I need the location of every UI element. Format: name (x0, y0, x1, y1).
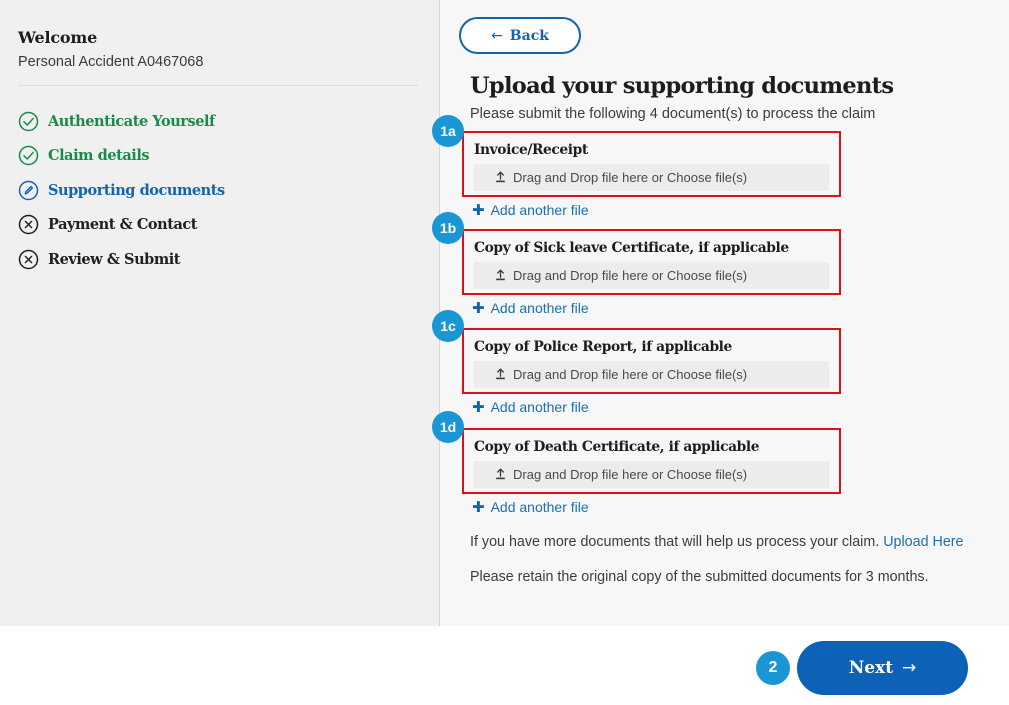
document-group-1a: Invoice/Receipt Drag and Drop file here … (462, 131, 841, 221)
plus-icon: ✚ (472, 397, 485, 416)
pencil-circle-icon (18, 180, 39, 201)
sidebar-divider (18, 85, 418, 86)
annotation-badge-1a: 1a (432, 115, 464, 147)
sidebar-item-label: Authenticate Yourself (48, 112, 215, 130)
claim-upload-page: Welcome Personal Accident A0467068 Authe… (0, 0, 1009, 705)
document-title: Copy of Sick leave Certificate, if appli… (474, 240, 789, 256)
sidebar-item-supporting-documents[interactable]: Supporting documents (18, 173, 418, 208)
annotation-badge-1b: 1b (432, 212, 464, 244)
dropzone-invoice-receipt[interactable]: Drag and Drop file here or Choose file(s… (474, 164, 829, 191)
plus-icon: ✚ (472, 200, 485, 219)
add-another-file-1b[interactable]: ✚ Add another file (462, 297, 841, 319)
back-button-label: Back (509, 27, 549, 44)
back-button[interactable]: ← Back (459, 17, 581, 54)
sidebar-item-payment-and-contact[interactable]: Payment & Contact (18, 208, 418, 243)
page-subtitle: Please submit the following 4 document(s… (470, 106, 876, 122)
check-circle-icon (18, 145, 39, 166)
arrow-left-icon: ← (491, 27, 503, 44)
annotation-badge-2: 2 (756, 651, 790, 685)
policy-reference: Personal Accident A0467068 (18, 54, 204, 70)
document-group-1c: Copy of Police Report, if applicable Dra… (462, 328, 841, 418)
more-documents-text: If you have more documents that will hel… (470, 534, 880, 550)
document-title: Copy of Police Report, if applicable (474, 339, 732, 355)
upload-box: Copy of Death Certificate, if applicable… (462, 428, 841, 494)
dropzone-sick-leave-certificate[interactable]: Drag and Drop file here or Choose file(s… (474, 262, 829, 289)
x-circle-icon (18, 214, 39, 235)
annotation-badge-1c: 1c (432, 310, 464, 342)
sidebar: Welcome Personal Accident A0467068 Authe… (0, 0, 440, 626)
welcome-title: Welcome (18, 28, 98, 47)
dropzone-police-report[interactable]: Drag and Drop file here or Choose file(s… (474, 361, 829, 388)
page-title: Upload your supporting documents (470, 73, 894, 99)
upload-icon (494, 269, 507, 282)
upload-icon (494, 468, 507, 481)
sidebar-item-authenticate-yourself[interactable]: Authenticate Yourself (18, 104, 418, 139)
document-title: Copy of Death Certificate, if applicable (474, 439, 760, 455)
x-circle-icon (18, 249, 39, 270)
dropzone-label: Drag and Drop file here or Choose file(s… (513, 170, 748, 185)
more-documents-note: If you have more documents that will hel… (470, 534, 964, 550)
dropzone-label: Drag and Drop file here or Choose file(s… (513, 268, 748, 283)
upload-box: Copy of Sick leave Certificate, if appli… (462, 229, 841, 295)
sidebar-item-claim-details[interactable]: Claim details (18, 139, 418, 174)
dropzone-label: Drag and Drop file here or Choose file(s… (513, 467, 748, 482)
document-group-1b: Copy of Sick leave Certificate, if appli… (462, 229, 841, 319)
step-list: Authenticate Yourself Claim details Supp… (18, 104, 418, 277)
add-another-file-1a[interactable]: ✚ Add another file (462, 199, 841, 221)
upload-box: Invoice/Receipt Drag and Drop file here … (462, 131, 841, 197)
next-button-label: Next (848, 658, 894, 678)
add-another-file-label: Add another file (490, 499, 589, 515)
next-button[interactable]: Next → (797, 641, 968, 695)
retain-copy-note: Please retain the original copy of the s… (470, 569, 929, 585)
sidebar-item-label: Supporting documents (48, 181, 225, 199)
upload-here-link[interactable]: Upload Here (883, 534, 963, 550)
document-title: Invoice/Receipt (474, 142, 588, 158)
check-circle-icon (18, 111, 39, 132)
upload-icon (494, 171, 507, 184)
plus-icon: ✚ (472, 298, 485, 317)
sidebar-item-label: Review & Submit (48, 250, 181, 268)
dropzone-death-certificate[interactable]: Drag and Drop file here or Choose file(s… (474, 461, 829, 488)
annotation-badge-1d: 1d (432, 411, 464, 443)
document-group-1d: Copy of Death Certificate, if applicable… (462, 428, 841, 518)
add-another-file-label: Add another file (490, 399, 589, 415)
add-another-file-label: Add another file (490, 300, 589, 316)
add-another-file-1d[interactable]: ✚ Add another file (462, 496, 841, 518)
add-another-file-label: Add another file (490, 202, 589, 218)
arrow-right-icon: → (902, 658, 917, 678)
sidebar-item-label: Payment & Contact (48, 216, 198, 234)
add-another-file-1c[interactable]: ✚ Add another file (462, 396, 841, 418)
upload-icon (494, 368, 507, 381)
dropzone-label: Drag and Drop file here or Choose file(s… (513, 367, 748, 382)
sidebar-item-review-and-submit[interactable]: Review & Submit (18, 242, 418, 277)
plus-icon: ✚ (472, 497, 485, 516)
sidebar-item-label: Claim details (48, 147, 150, 165)
upload-box: Copy of Police Report, if applicable Dra… (462, 328, 841, 394)
